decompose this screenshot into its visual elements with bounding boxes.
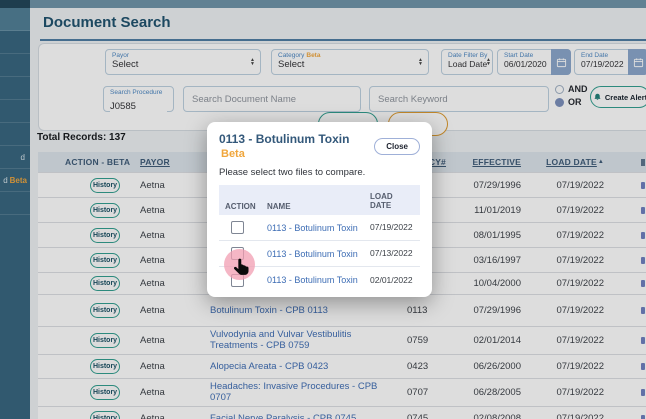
- file-checkbox[interactable]: [231, 221, 244, 234]
- modal-file-load-date: 02/01/2022: [370, 275, 414, 285]
- modal-subtitle: Please select two files to compare.: [219, 167, 420, 178]
- modal-file-link[interactable]: 0113 - Botulinum Toxin: [267, 249, 370, 259]
- file-checkbox[interactable]: [231, 274, 244, 287]
- modal-title: 0113 - Botulinum Toxin: [219, 132, 349, 146]
- modal-table-header: ACTION NAME LOAD DATE: [219, 185, 420, 215]
- modal-load-date-column-header: LOAD DATE: [370, 192, 414, 211]
- file-checkbox[interactable]: [231, 247, 244, 260]
- modal-file-link[interactable]: 0113 - Botulinum Toxin: [267, 223, 370, 233]
- modal-action-column-header: ACTION: [225, 202, 267, 211]
- modal-file-row: 0113 - Botulinum Toxin 07/13/2022: [219, 241, 420, 267]
- modal-file-row: 0113 - Botulinum Toxin 02/01/2022: [219, 267, 420, 293]
- app-window: d d Beta Document Search Payor Sel: [0, 0, 646, 419]
- modal-file-load-date: 07/19/2022: [370, 222, 414, 232]
- close-button[interactable]: Close: [374, 138, 420, 155]
- modal-file-load-date: 07/13/2022: [370, 248, 414, 258]
- compare-files-modal: 0113 - Botulinum Toxin Beta Close Please…: [207, 122, 432, 297]
- modal-name-column-header: NAME: [267, 202, 370, 211]
- modal-beta-badge: Beta: [221, 148, 245, 160]
- modal-file-link[interactable]: 0113 - Botulinum Toxin: [267, 275, 370, 285]
- modal-file-row: 0113 - Botulinum Toxin 07/19/2022: [219, 215, 420, 241]
- modal-file-table: ACTION NAME LOAD DATE 0113 - Botulinum T…: [219, 185, 420, 293]
